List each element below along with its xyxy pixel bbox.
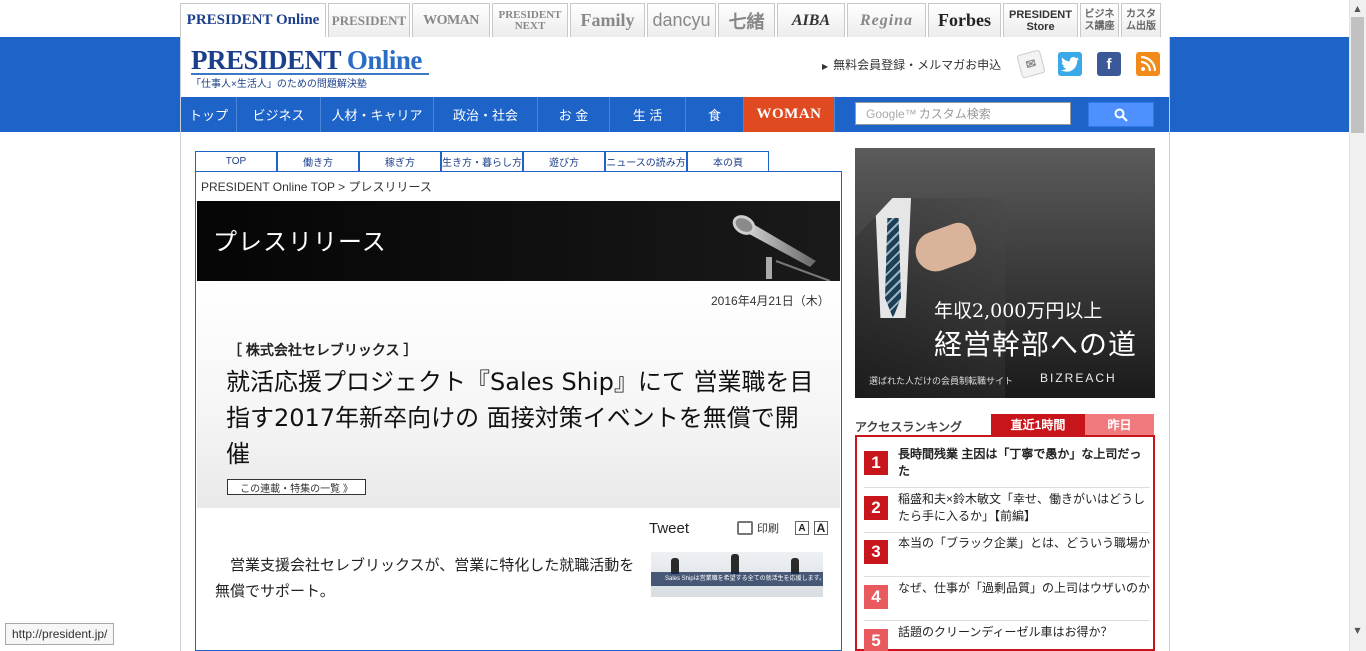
rank-title: 話題のクリーンディーゼル車はお得か？ xyxy=(898,625,1113,639)
ranking-divider xyxy=(864,576,1150,577)
site-tab-forbes[interactable]: Forbes xyxy=(928,3,1001,37)
search-input[interactable]: Google™ カスタム検索 xyxy=(855,102,1071,125)
tagline: 「仕事人×生活人」のための問題解決塾 xyxy=(191,79,367,90)
site-tab-business-course[interactable]: ビジネス講座 xyxy=(1080,3,1119,37)
site-tab-president-next[interactable]: PRESIDENT NEXT xyxy=(492,3,568,37)
register-link[interactable]: ▶ 無料会員登録・メルマガお申込 xyxy=(822,56,1001,73)
site-tab-president[interactable]: PRESIDENT xyxy=(328,3,410,37)
ranking-tab-yesterday[interactable]: 昨日 xyxy=(1085,414,1154,435)
company-name: ［ 株式会社セレブリックス ］ xyxy=(228,342,418,358)
rank-number: 3 xyxy=(864,540,888,564)
site-tab-custom-publishing[interactable]: カスタム出版 xyxy=(1121,3,1161,37)
sub-tab-work[interactable]: 働き方 xyxy=(277,151,359,171)
breadcrumb[interactable]: PRESIDENT Online TOP > プレスリリース xyxy=(201,178,432,195)
logo-online: Online xyxy=(346,45,423,75)
sub-tab-earn[interactable]: 稼ぎ方 xyxy=(359,151,441,171)
ranking-title: アクセスランキング xyxy=(855,420,963,434)
site-tab-president-online[interactable]: PRESIDENT Online xyxy=(180,3,326,37)
ranking-tab-1hour[interactable]: 直近1時間 xyxy=(991,414,1085,435)
rank-title: なぜ、仕事が「過剰品質」の上司はウザいのか xyxy=(898,581,1151,595)
rank-number: 4 xyxy=(864,585,888,609)
font-size-large-button[interactable]: A xyxy=(814,521,828,535)
banner-title: プレスリリース xyxy=(213,228,387,256)
search-brand: Google™ xyxy=(866,106,917,121)
site-logo[interactable]: PRESIDENT Online xyxy=(191,45,422,76)
tweet-button[interactable]: Tweet xyxy=(649,520,689,537)
site-tab-dancyu[interactable]: dancyu xyxy=(647,3,716,37)
site-tab-regina[interactable]: Regina xyxy=(847,3,926,37)
printer-icon xyxy=(737,521,753,535)
ad-brand: BIZREACH xyxy=(1040,371,1117,385)
sub-tab-lifestyle[interactable]: 生き方・暮らし方 xyxy=(441,151,523,171)
ad-headline-1: 年収2,000万円以上 xyxy=(934,300,1103,322)
thumb-caption: Sales Shipは営業職を希望する全ての就活生を応援します。 xyxy=(651,572,823,586)
ranking-divider xyxy=(864,487,1150,488)
scroll-up-icon[interactable]: ▲ xyxy=(1349,0,1366,17)
site-tab-president-store[interactable]: PRESIDENT Store xyxy=(1003,3,1078,37)
sub-tabs: TOP 働き方 稼ぎ方 生き方・暮らし方 遊び方 ニュースの読み方 本の頁 xyxy=(195,151,769,171)
arrow-right-icon: ▶ xyxy=(822,62,829,71)
site-tab-aiba[interactable]: AIBA xyxy=(777,3,845,37)
sub-tab-news[interactable]: ニュースの読み方 xyxy=(605,151,687,171)
nav-item-career[interactable]: 人材・キャリア xyxy=(321,97,434,132)
facebook-icon[interactable]: f xyxy=(1097,52,1121,76)
register-link-label: 無料会員登録・メルマガお申込 xyxy=(833,58,1002,72)
scroll-down-icon[interactable]: ▼ xyxy=(1349,622,1366,639)
status-bar-url: http://president.jp/ xyxy=(5,623,115,645)
nav-item-woman[interactable]: WOMAN xyxy=(744,97,835,132)
site-tab-family[interactable]: Family xyxy=(570,3,645,37)
scrollbar-thumb[interactable] xyxy=(1351,17,1364,133)
sub-tab-play[interactable]: 遊び方 xyxy=(523,151,605,171)
sub-tab-top[interactable]: TOP xyxy=(195,151,277,171)
twitter-icon[interactable] xyxy=(1058,52,1082,76)
nav-item-politics[interactable]: 政治・社会 xyxy=(434,97,538,132)
microphone-icon xyxy=(732,215,831,281)
thumb-person xyxy=(731,554,739,574)
rank-title: 長時間残業 主因は「丁寧で愚か」な上司だった xyxy=(898,447,1142,478)
ad-subtext: 選ばれた人だけの会員制転職サイト xyxy=(869,376,1014,386)
search-icon xyxy=(1114,108,1128,122)
rank-title: 稲盛和夫×鈴木敏文「幸せ、働きがいはどうしたら手に入るか」【前編】 xyxy=(898,492,1146,523)
nav-item-business[interactable]: ビジネス xyxy=(237,97,321,132)
ad-headline-2: 経営幹部への道 xyxy=(934,328,1138,361)
print-button[interactable]: 印刷 xyxy=(737,520,779,536)
logo-president: PRESIDENT xyxy=(191,45,341,75)
site-tabs: PRESIDENT Online PRESIDENT WOMAN PRESIDE… xyxy=(180,3,1161,37)
ranking-divider xyxy=(864,620,1150,621)
font-size-small-button[interactable]: A xyxy=(795,521,809,535)
ad-hand xyxy=(909,218,981,278)
site-tab-woman[interactable]: WOMAN xyxy=(412,3,490,37)
rank-title: 本当の「ブラック企業」とは、どういう職場か xyxy=(898,536,1151,550)
article-thumbnail[interactable]: Sales Shipは営業職を希望する全ての就活生を応援します。 xyxy=(651,552,823,597)
article-body: 営業支援会社セレブリックスが、営業に特化した就職活動を無償でサポート。 xyxy=(215,556,635,600)
nav-item-life[interactable]: 生 活 xyxy=(610,97,686,132)
search-placeholder: カスタム検索 xyxy=(918,107,991,121)
nav-item-money[interactable]: お 金 xyxy=(538,97,610,132)
ranking-divider xyxy=(864,532,1150,533)
nav-item-top[interactable]: トップ xyxy=(181,97,237,132)
series-list-button[interactable]: この連載・特集の一覧 》 xyxy=(227,479,366,495)
nav-item-food[interactable]: 食 xyxy=(686,97,744,132)
search-button[interactable] xyxy=(1088,102,1154,127)
rank-number: 1 xyxy=(864,451,888,475)
sub-tab-books[interactable]: 本の頁 xyxy=(687,151,769,171)
print-label: 印刷 xyxy=(757,523,779,535)
ad-tie xyxy=(885,218,901,318)
article-date: 2016年4月21日（木） xyxy=(711,294,830,308)
rank-number: 5 xyxy=(864,629,888,651)
rss-icon[interactable] xyxy=(1136,52,1160,76)
rank-number: 2 xyxy=(864,496,888,520)
article-headline: 就活応援プロジェクト『Sales Ship』にて 営業職を目指す2017年新卒向… xyxy=(226,368,814,468)
site-tab-nanao[interactable]: 七緒 xyxy=(718,3,775,37)
